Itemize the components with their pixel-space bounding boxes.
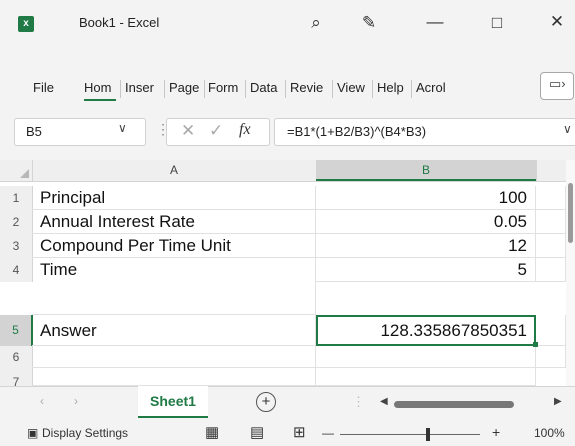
cell-a3[interactable]: Compound Per Time Unit: [32, 234, 316, 258]
select-all-icon: [20, 169, 29, 178]
row-header[interactable]: 2: [0, 210, 33, 234]
page-break-preview-icon[interactable]: ⊞: [293, 423, 306, 441]
column-header-b[interactable]: B: [316, 160, 536, 181]
comment-icon: ▭›: [549, 76, 566, 91]
zoom-out-button[interactable]: —: [322, 426, 334, 440]
fill-handle[interactable]: [533, 342, 538, 347]
search-icon[interactable]: ⌕: [304, 13, 328, 33]
row-header[interactable]: 3: [0, 234, 33, 258]
cell-c4[interactable]: [536, 258, 566, 282]
scroll-right-icon[interactable]: ›: [74, 394, 78, 408]
name-box-value: B5: [26, 124, 42, 139]
expand-formula-bar-icon[interactable]: ∨: [563, 122, 572, 136]
add-sheet-button[interactable]: +: [256, 392, 276, 412]
tab-home[interactable]: Hom: [84, 80, 111, 95]
tab-divider: [204, 80, 205, 98]
tab-insert[interactable]: Inser: [125, 80, 154, 95]
row-header[interactable]: 6: [0, 346, 33, 368]
tab-review[interactable]: Revie: [290, 80, 323, 95]
active-tab-indicator: [84, 99, 116, 101]
cancel-icon[interactable]: ✕: [181, 121, 195, 141]
tab-file[interactable]: File: [33, 80, 54, 95]
comments-button[interactable]: ▭›: [540, 72, 574, 100]
row-header[interactable]: 5: [0, 315, 33, 346]
cell-a2[interactable]: Annual Interest Rate: [32, 210, 316, 234]
row-header[interactable]: 7: [0, 368, 33, 386]
tab-divider: [285, 80, 286, 98]
enter-icon[interactable]: ✓: [209, 121, 223, 141]
active-cell-border: [316, 315, 536, 346]
chevron-down-icon[interactable]: ∨: [118, 121, 127, 135]
cell-b1[interactable]: 100: [316, 186, 536, 210]
formula-text: =B1*(1+B2/B3)^(B4*B3): [287, 124, 427, 139]
display-settings-button[interactable]: Display Settings: [42, 426, 128, 440]
zoom-in-button[interactable]: +: [492, 424, 500, 440]
tab-divider: [411, 80, 412, 98]
cell-a4[interactable]: Time: [32, 258, 316, 315]
tab-view[interactable]: View: [337, 80, 365, 95]
formula-controls: ✕ ✓ fx: [166, 118, 270, 146]
minimize-icon[interactable]: —: [423, 12, 447, 32]
row-header[interactable]: 1: [0, 186, 33, 210]
cell-a5[interactable]: Answer: [32, 315, 316, 346]
tab-divider: [372, 80, 373, 98]
zoom-slider-knob[interactable]: [426, 428, 430, 441]
close-icon[interactable]: ✕: [545, 12, 569, 32]
cell-a7[interactable]: [32, 368, 316, 386]
tab-formulas[interactable]: Form: [208, 80, 238, 95]
sheet-tab-sheet1[interactable]: Sheet1: [138, 386, 208, 418]
cell-c3[interactable]: [536, 234, 566, 258]
cell-b2[interactable]: 0.05: [316, 210, 536, 234]
horizontal-scroll-thumb[interactable]: [394, 401, 514, 408]
cell-c5[interactable]: [536, 315, 566, 346]
cell-a6[interactable]: [32, 346, 316, 368]
excel-logo: x: [18, 16, 34, 32]
page-layout-view-icon[interactable]: ▤: [250, 423, 264, 441]
cell-c1[interactable]: [536, 186, 566, 210]
cell-b6[interactable]: [316, 346, 536, 368]
tab-acrobat[interactable]: Acrol: [416, 80, 446, 95]
hscroll-left-icon[interactable]: ◀: [380, 396, 388, 407]
window-title: Book1 - Excel: [79, 15, 160, 30]
cell-c2[interactable]: [536, 210, 566, 234]
cell-a1[interactable]: Principal: [32, 186, 316, 210]
hscroll-right-icon[interactable]: ▶: [554, 396, 562, 407]
cell-c6[interactable]: [536, 346, 566, 368]
tab-page-layout[interactable]: Page: [169, 80, 199, 95]
zoom-slider[interactable]: [340, 434, 480, 435]
tab-data[interactable]: Data: [250, 80, 277, 95]
cell-b3[interactable]: 12: [316, 234, 536, 258]
tab-divider: [164, 80, 165, 98]
copilot-icon[interactable]: ✎: [357, 13, 381, 33]
column-header-a[interactable]: A: [32, 160, 317, 181]
tab-divider: [120, 80, 121, 98]
zoom-level[interactable]: 100%: [534, 426, 565, 440]
select-all-button[interactable]: [0, 160, 33, 181]
vertical-scroll-thumb[interactable]: [568, 183, 573, 243]
cell-b7[interactable]: [316, 368, 536, 386]
cell-b4[interactable]: 5: [316, 258, 536, 282]
normal-view-icon[interactable]: ▦: [205, 423, 219, 441]
row-header[interactable]: 4: [0, 258, 33, 282]
insert-function-button[interactable]: fx: [239, 121, 251, 139]
tab-divider: [245, 80, 246, 98]
scroll-left-icon[interactable]: ‹: [40, 394, 44, 408]
display-settings-icon: ▣: [27, 426, 39, 440]
maximize-icon[interactable]: □: [485, 13, 509, 33]
tab-divider: [332, 80, 333, 98]
tab-split-grip-icon[interactable]: ⋮: [352, 394, 365, 410]
tab-help[interactable]: Help: [377, 80, 404, 95]
column-header-c[interactable]: [536, 160, 567, 181]
